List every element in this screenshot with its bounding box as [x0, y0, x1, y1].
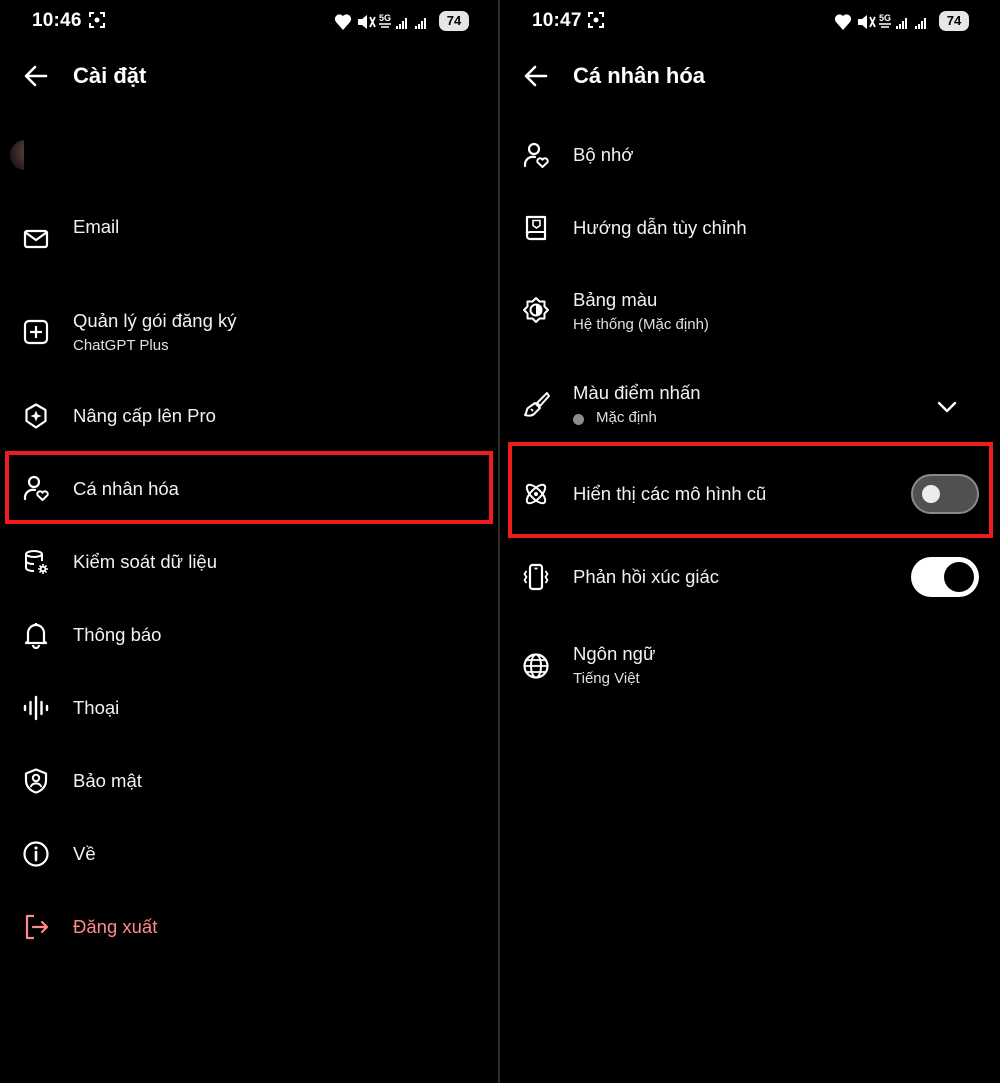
personalization-item-accent-color[interactable]: Màu điểm nhấn Mặc định [500, 374, 1000, 444]
settings-item-logout[interactable]: Đăng xuất [0, 901, 498, 951]
settings-item-label: Thoại [73, 697, 120, 718]
settings-item-upgrade[interactable]: Nâng cấp lên Pro [0, 390, 498, 440]
settings-item-voice[interactable]: Thoại [0, 682, 498, 732]
status-icons: 5G [334, 13, 426, 30]
highlight-box [5, 451, 493, 524]
personalization-item-sublabel: Hệ thống (Mặc định) [573, 316, 709, 333]
settings-item-security[interactable]: Bảo mật [0, 755, 498, 805]
contrast-sun-icon [523, 297, 549, 323]
settings-item-label: Quản lý gói đăng ký [73, 310, 237, 331]
status-time: 10:46 [32, 10, 82, 31]
personalization-item-language[interactable]: Ngôn ngữ Tiếng Việt [500, 633, 1000, 703]
personalization-item-memory[interactable]: Bộ nhớ [500, 130, 1000, 180]
status-bar: 10:46 5G 74 [0, 0, 498, 44]
settings-item-label: Đăng xuất [73, 916, 158, 937]
back-arrow-icon[interactable] [522, 62, 550, 90]
info-icon [23, 841, 49, 867]
settings-item-notifications[interactable]: Thông báo [0, 609, 498, 659]
shield-person-icon [24, 768, 48, 794]
logout-icon [25, 914, 49, 940]
svg-text:5G: 5G [379, 13, 391, 23]
accent-color-dot [573, 414, 584, 425]
book-icon [525, 215, 547, 241]
personalization-item-sublabel: Mặc định [596, 409, 657, 426]
status-bar: 10:47 5G 74 [500, 0, 1000, 44]
chevron-down-icon[interactable] [936, 396, 958, 418]
personalization-item-label: Hướng dẫn tùy chỉnh [573, 217, 747, 238]
personalization-item-label: Bộ nhớ [573, 144, 634, 165]
database-gear-icon [25, 550, 48, 574]
page-title: Cài đặt [73, 63, 147, 88]
battery-badge: 74 [439, 11, 469, 31]
status-time: 10:47 [532, 10, 582, 31]
screenshot-icon [588, 12, 604, 28]
settings-screen: 10:46 5G 74 Cài đặt Email Quản lý gói đă… [0, 0, 498, 1083]
personalization-item-label: Ngôn ngữ [573, 643, 656, 664]
battery-badge: 74 [939, 11, 969, 31]
app-header: Cài đặt [0, 52, 498, 102]
personalization-item-label: Bảng màu [573, 289, 658, 310]
settings-item-sublabel: ChatGPT Plus [73, 337, 169, 354]
svg-text:5G: 5G [879, 13, 891, 23]
settings-item-label: Bảo mật [73, 770, 142, 791]
voice-wave-icon [23, 695, 49, 721]
sparkle-badge-icon [25, 403, 47, 429]
globe-icon [523, 653, 549, 679]
page-title: Cá nhân hóa [573, 63, 706, 88]
settings-item-subscription[interactable]: Quản lý gói đăng ký ChatGPT Plus [0, 300, 498, 370]
settings-item-label: Kiểm soát dữ liệu [73, 551, 218, 572]
person-heart-icon [523, 142, 549, 168]
personalization-item-color-scheme[interactable]: Bảng màu Hệ thống (Mặc định) [500, 280, 1000, 350]
settings-item-label: Nâng cấp lên Pro [73, 405, 216, 426]
phone-vibrate-icon [523, 563, 549, 591]
settings-item-email[interactable]: Email [0, 205, 498, 275]
personalization-item-haptic-feedback[interactable]: Phản hồi xúc giác [500, 552, 1000, 602]
status-icons: 5G [834, 13, 926, 30]
screenshot-icon [89, 12, 105, 28]
settings-item-about[interactable]: Về [0, 828, 498, 878]
settings-item-label: Email [73, 216, 120, 237]
back-arrow-icon[interactable] [22, 62, 50, 90]
personalization-screen: 10:47 5G 74 Cá nhân hóa Bộ nhớ Hướng dẫn… [500, 0, 1000, 1083]
paintbrush-icon [524, 392, 550, 417]
haptic-feedback-toggle[interactable] [911, 557, 979, 597]
settings-item-label: Thông báo [73, 624, 162, 645]
personalization-item-label: Phản hồi xúc giác [573, 566, 720, 587]
avatar[interactable] [10, 140, 24, 170]
bell-icon [24, 623, 48, 649]
highlight-box [508, 442, 993, 538]
personalization-item-custom-instructions[interactable]: Hướng dẫn tùy chỉnh [500, 203, 1000, 253]
settings-item-data-controls[interactable]: Kiểm soát dữ liệu [0, 536, 498, 586]
personalization-item-sublabel: Tiếng Việt [573, 670, 640, 687]
settings-item-label: Về [73, 843, 96, 864]
mail-icon [23, 229, 49, 249]
app-header: Cá nhân hóa [500, 52, 1000, 102]
plus-square-icon [23, 319, 49, 345]
personalization-item-label: Màu điểm nhấn [573, 382, 701, 403]
